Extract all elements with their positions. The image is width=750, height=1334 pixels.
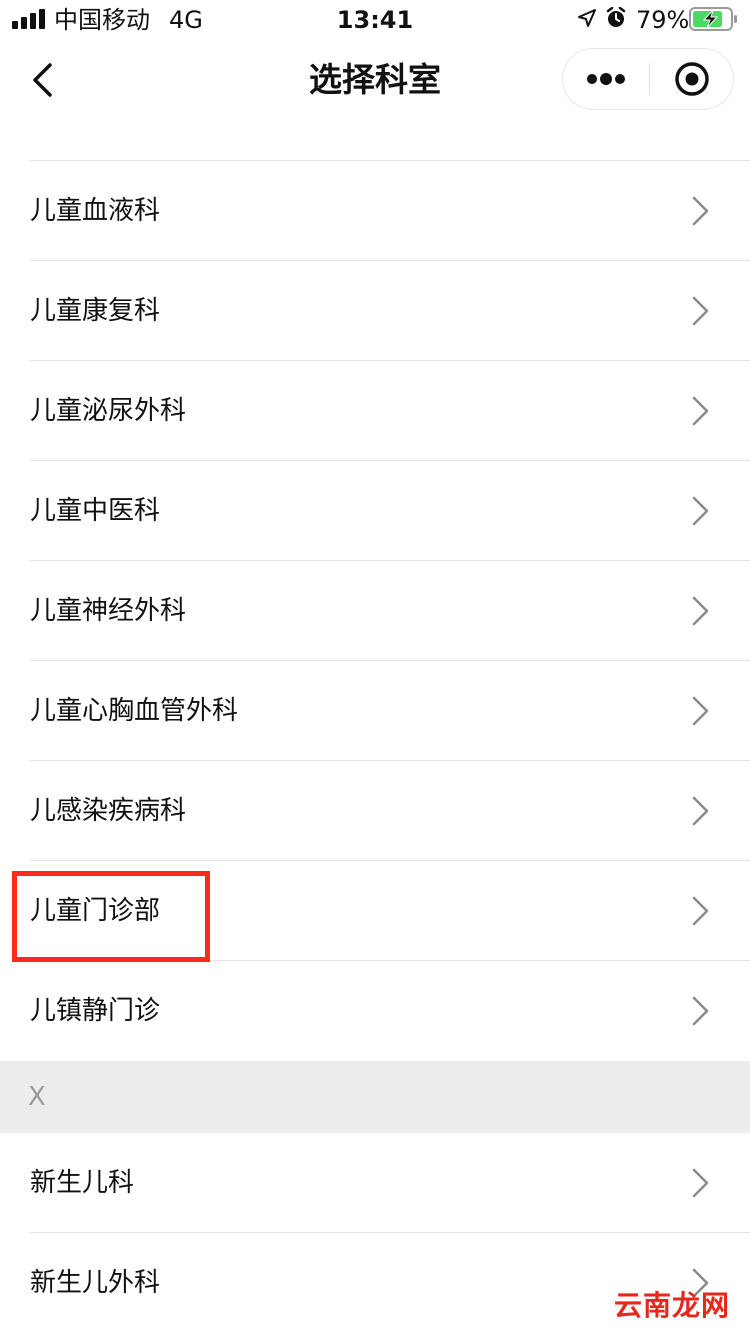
target-close-icon	[675, 62, 709, 96]
department-label: 儿镇静门诊	[30, 996, 161, 1026]
miniprogram-capsule	[562, 48, 734, 110]
department-label: 儿童中医科	[30, 496, 161, 526]
chevron-right-icon	[692, 496, 709, 526]
status-bar: 中国移动 4G 13:41 79%	[0, 0, 750, 40]
department-label: 新生儿科	[30, 1168, 135, 1198]
department-label: 儿感染疾病科	[30, 796, 187, 826]
nav-bar: 选择科室	[0, 40, 750, 120]
department-label: 儿童门诊部	[30, 896, 161, 926]
chevron-right-icon	[692, 996, 709, 1026]
chevron-right-icon	[692, 796, 709, 826]
battery-percent: 79%	[636, 6, 690, 34]
department-label: 儿童心胸血管外科	[30, 696, 239, 726]
department-label: 儿童泌尿外科	[30, 396, 187, 426]
department-label: 儿童康复科	[30, 296, 161, 326]
alarm-icon	[606, 7, 626, 27]
list-item[interactable]: 儿童神经外科	[0, 561, 750, 661]
list-item[interactable]: 儿童心胸血管外科	[0, 661, 750, 761]
chevron-right-icon	[692, 696, 709, 726]
chevron-right-icon	[692, 296, 709, 326]
more-button[interactable]	[563, 49, 649, 109]
department-label: 儿童神经外科	[30, 596, 187, 626]
list-item[interactable]: 儿童血液科	[0, 161, 750, 261]
list-item[interactable]: 儿感染疾病科	[0, 761, 750, 861]
list-item[interactable]: 儿童泌尿外科	[0, 361, 750, 461]
chevron-right-icon	[692, 896, 709, 926]
list-item[interactable]: 儿童中医科	[0, 461, 750, 561]
chevron-right-icon	[692, 196, 709, 226]
location-icon	[578, 9, 596, 27]
department-list: 儿童血液科 儿童康复科 儿童泌尿外科 儿童中医科 儿童神经外科 儿童心胸血管外科…	[0, 161, 750, 1333]
list-item[interactable]: 儿镇静门诊	[0, 961, 750, 1061]
chevron-right-icon	[692, 596, 709, 626]
section-header: X	[0, 1061, 750, 1133]
battery-charging-icon	[689, 7, 737, 31]
chevron-right-icon	[692, 396, 709, 426]
section-letter: X	[28, 1082, 46, 1112]
department-label: 新生儿外科	[30, 1268, 161, 1298]
list-item[interactable]: 儿童康复科	[0, 261, 750, 361]
chevron-right-icon	[692, 1168, 709, 1198]
list-item[interactable]: 儿童门诊部	[0, 861, 750, 961]
watermark: 云南龙网	[614, 1289, 731, 1322]
list-item[interactable]: 新生儿科	[0, 1133, 750, 1233]
more-dots-icon	[587, 73, 625, 85]
department-label: 儿童血液科	[30, 196, 161, 226]
close-miniprogram-button[interactable]	[650, 49, 734, 109]
